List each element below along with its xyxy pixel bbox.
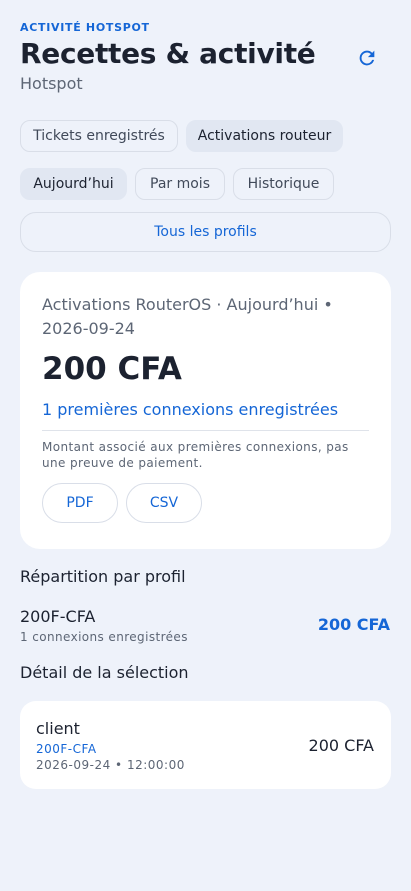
tab-label: Historique — [247, 176, 320, 192]
export-pdf-label: PDF — [66, 495, 94, 511]
breakdown-amount: 200 CFA — [317, 615, 390, 634]
export-csv-label: CSV — [149, 495, 179, 511]
breakdown-title: Répartition par profil — [20, 567, 186, 586]
summary-note: Montant associé aux premières connexions… — [42, 440, 349, 470]
tab-activations-routeur[interactable]: Activations routeur — [186, 120, 343, 152]
breakdown-count: 1 connexions enregistrées — [20, 630, 188, 644]
tab-label: Aujourd’hui — [33, 176, 114, 192]
tab-label: Activations routeur — [197, 128, 332, 144]
page-title: Recettes & activité — [20, 37, 316, 70]
summary-card: Activations RouterOS · Aujourd’hui • 202… — [20, 272, 391, 549]
detail-user: client — [36, 719, 80, 738]
tab-label: Tickets enregistrés — [33, 128, 165, 144]
page-subtitle: Hotspot — [20, 74, 83, 93]
detail-amount: 200 CFA — [308, 736, 374, 755]
profile-filter-label: Tous les profils — [154, 224, 257, 240]
section-overline: ACTIVITÉ HOTSPOT — [20, 21, 150, 34]
period-tab-today[interactable]: Aujourd’hui — [20, 168, 127, 200]
details-title: Détail de la sélection — [20, 663, 189, 682]
breakdown-profile: 200F-CFA — [20, 607, 96, 626]
summary-heading: Activations RouterOS · Aujourd’hui • 202… — [42, 295, 333, 338]
summary-count: 1 premières connexions enregistrées — [42, 400, 339, 419]
tab-label: Par mois — [150, 176, 210, 192]
detail-profile: 200F-CFA — [36, 742, 97, 756]
refresh-button[interactable] — [355, 46, 379, 70]
detail-timestamp: 2026-09-24 • 12:00:00 — [36, 758, 185, 772]
tab-tickets-enregistres[interactable]: Tickets enregistrés — [20, 120, 178, 152]
export-pdf-button[interactable]: PDF — [42, 483, 118, 523]
detail-row[interactable]: client 200F-CFA 2026-09-24 • 12:00:00 20… — [20, 701, 391, 789]
export-csv-button[interactable]: CSV — [126, 483, 202, 523]
divider — [42, 430, 369, 431]
period-tab-month[interactable]: Par mois — [135, 168, 225, 200]
profile-filter-button[interactable]: Tous les profils — [20, 212, 391, 252]
refresh-icon — [359, 50, 375, 66]
summary-amount: 200 CFA — [42, 351, 182, 387]
period-tab-history[interactable]: Historique — [233, 168, 334, 200]
